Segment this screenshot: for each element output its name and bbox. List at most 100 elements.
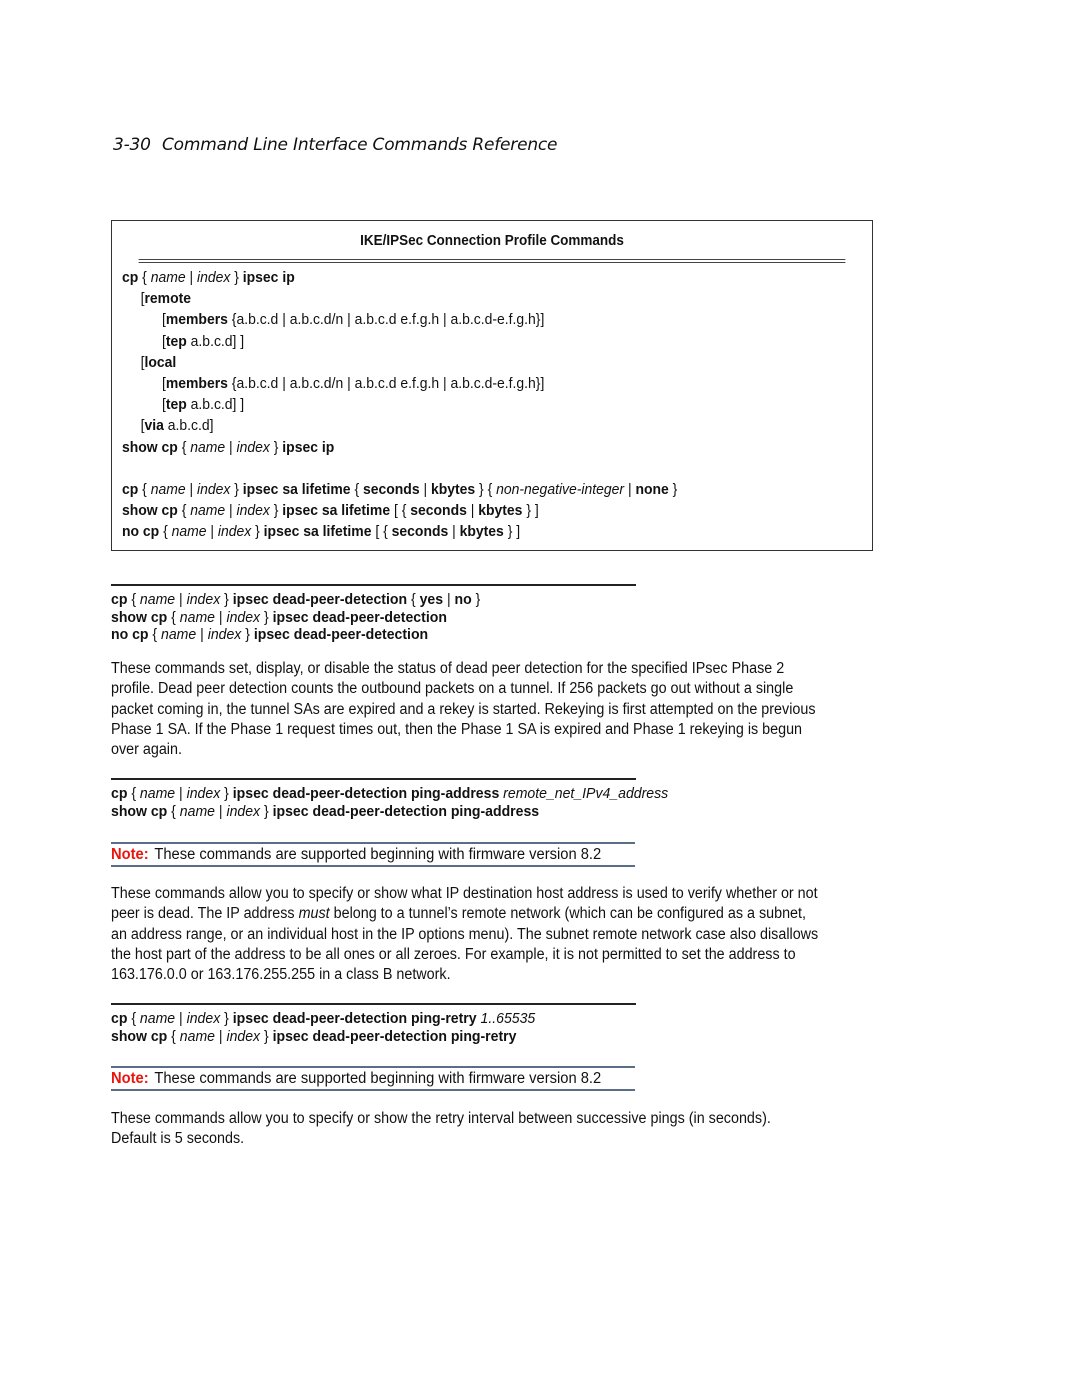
keyword: show cp: [122, 438, 178, 456]
parameter: name: [139, 1011, 176, 1027]
text: These commands allow you to specify or s…: [111, 885, 818, 902]
command-table: IKE/IPSec Connection Profile Commands cp…: [111, 220, 873, 551]
parameter: name: [171, 523, 207, 541]
syntax-text: } ]: [522, 502, 539, 520]
keyword: seconds: [362, 480, 420, 498]
syntax-text: |: [175, 592, 187, 608]
command-table-body: cp { name | index } ipsec ip [remote [memb…: [112, 263, 872, 542]
paragraph-line: These commands allow you to specify or s…: [111, 884, 907, 904]
keyword: remote: [144, 290, 192, 308]
syntax-text: }: [241, 627, 254, 643]
keyword: ipsec dead-peer-detection ping-address: [232, 786, 500, 802]
keyword: ipsec dead-peer-detection: [253, 627, 429, 643]
syntax-text: }: [220, 592, 233, 608]
syntax-text: {a.b.c.d | a.b.c.d/n | a.b.c.d e.f.g.h |…: [227, 375, 545, 393]
keyword: no cp: [111, 627, 149, 643]
paragraph-line: These commands set, display, or disable …: [111, 659, 907, 679]
keyword: show cp: [111, 609, 168, 626]
command-line: [122, 458, 872, 479]
keyword: ipsec sa lifetime: [263, 523, 372, 541]
command-line: show cp { name | index } ipsec sa lifeti…: [122, 500, 820, 521]
parameter: index: [186, 786, 221, 802]
syntax-text: }: [230, 480, 243, 498]
parameter: name: [139, 592, 176, 608]
syntax-text: {: [177, 502, 191, 520]
parameter: remote_net_IPv4_address: [503, 786, 669, 802]
syntax-text: {: [350, 480, 363, 498]
paragraph-line: over again.: [111, 740, 907, 760]
keyword: no: [454, 592, 472, 608]
text: an address range, or an individual host …: [111, 925, 819, 943]
syntax-text: {: [167, 1028, 180, 1045]
paragraph-line: 163.176.0.0 or 163.176.255.255 in a clas…: [111, 965, 907, 985]
syntax-text: [ {: [371, 523, 392, 541]
parameter: index: [226, 1028, 261, 1045]
keyword: ipsec ip: [242, 269, 295, 286]
syntax-text: |: [175, 1011, 187, 1027]
keyword: ipsec sa lifetime: [242, 480, 351, 498]
syntax-text: {: [167, 803, 180, 820]
syntax-block-ping-retry: cp { name | index } ipsec dead-peer-dete…: [111, 1003, 636, 1046]
text: These commands set, display, or disable …: [111, 660, 785, 677]
keyword: none: [635, 480, 669, 498]
note-ping-retry: Note: These commands are supported beginn…: [111, 1066, 635, 1091]
keyword: cp: [111, 1011, 128, 1027]
command-line: [via a.b.c.d]: [122, 415, 820, 436]
keyword: local: [144, 353, 177, 371]
paragraph-line: packet coming in, the tunnel SAs are exp…: [111, 700, 907, 720]
syntax-text: }: [230, 269, 243, 286]
text: peer is dead. The IP address: [111, 905, 299, 923]
syntax-text: } {: [475, 480, 497, 498]
syntax-text: |: [185, 480, 197, 498]
syntax-line: cp { name | index } ipsec dead-peer-dete…: [111, 786, 668, 804]
text: These commands allow you to specify or s…: [111, 1110, 771, 1127]
syntax-text: |: [466, 502, 479, 520]
parameter: 1..65535: [480, 1011, 536, 1027]
keyword: yes: [419, 592, 444, 608]
paragraph-line: profile. Dead peer detection counts the …: [111, 679, 907, 699]
note-text: These commands are supported beginning w…: [154, 1070, 602, 1087]
paragraph-line: an address range, or an individual host …: [111, 925, 907, 945]
parameter: name: [161, 627, 197, 643]
syntax-text: {: [138, 269, 151, 286]
syntax-line: show cp { name | index } ipsec dead-peer…: [111, 610, 620, 628]
keyword: ipsec dead-peer-detection ping-retry: [232, 1011, 477, 1027]
syntax-text: |: [175, 786, 187, 802]
command-line: [members {a.b.c.d | a.b.c.d/n | a.b.c.d …: [122, 373, 820, 394]
paragraph-ping-retry: These commands allow you to specify or s…: [111, 1109, 971, 1150]
syntax-text: {: [127, 786, 140, 802]
text: Default is 5 seconds.: [111, 1130, 245, 1148]
page-header-title: Command Line Interface Commands Referenc…: [162, 135, 558, 155]
syntax-line: show cp { name | index } ipsec dead-peer…: [111, 1029, 620, 1047]
command-line: cp { name | index } ipsec sa lifetime { …: [122, 479, 820, 500]
emphasis: must: [298, 905, 330, 923]
text: belong to a tunnel’s remote network (whi…: [329, 905, 807, 923]
syntax-text: a.b.c.d] ]: [186, 396, 245, 414]
syntax-text: }: [471, 592, 481, 608]
parameter: name: [179, 803, 215, 820]
command-table-title: IKE/IPSec Connection Profile Commands: [138, 221, 846, 263]
syntax-text: {: [127, 1011, 140, 1027]
syntax-block-dead-peer-detection: cp { name | index } ipsec dead-peer-dete…: [111, 584, 636, 645]
note-ping-address: Note: These commands are supported beginn…: [111, 842, 635, 867]
parameter: name: [139, 786, 176, 802]
page-number: 3-30: [113, 135, 151, 155]
keyword: cp: [111, 592, 128, 608]
syntax-text: }: [269, 502, 283, 520]
text: Phase 1 SA. If the Phase 1 request times…: [111, 720, 803, 738]
command-line: [tep a.b.c.d] ]: [122, 331, 820, 352]
keyword: ipsec sa lifetime: [282, 502, 391, 520]
note-label: Note:: [111, 1070, 149, 1087]
syntax-text: }: [260, 609, 273, 626]
paragraph-ping-address: These commands allow you to specify or s…: [111, 884, 971, 985]
syntax-text: |: [624, 480, 636, 498]
parameter: index: [226, 609, 261, 626]
keyword: members: [165, 375, 228, 393]
syntax-text: |: [225, 438, 237, 456]
keyword: cp: [122, 480, 139, 498]
syntax-text: {: [138, 480, 151, 498]
note-label: Note:: [111, 846, 149, 863]
parameter: index: [196, 480, 231, 498]
syntax-text: |: [214, 1028, 227, 1045]
command-line: cp { name | index } ipsec ip: [122, 267, 820, 288]
